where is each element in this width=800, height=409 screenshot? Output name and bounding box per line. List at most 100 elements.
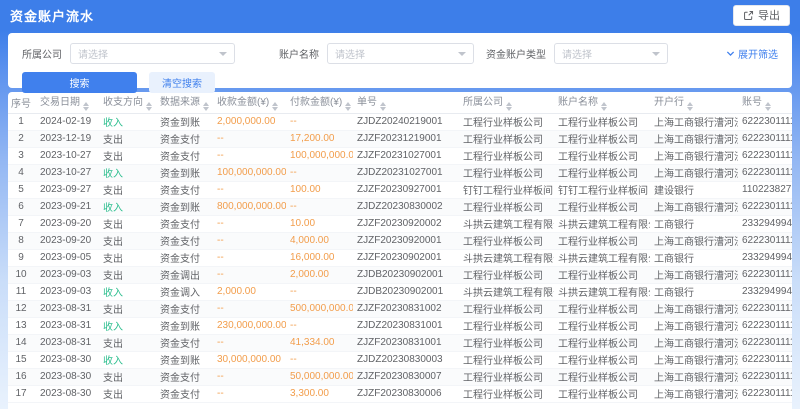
cell-direction: 收入 [99,283,156,300]
col-header-bank[interactable]: 开户行 [650,92,738,113]
cell-index: 8 [8,232,36,249]
account-name-filter-select[interactable]: 请选择 [327,43,474,64]
chevron-down-icon [219,52,227,56]
sort-icon[interactable] [83,102,89,111]
cell-order_no: ZJZF20230920001 [353,232,459,249]
cell-account_no: 6222301111 [738,385,792,402]
table-body: 12024-02-19收入资金到账2,000,000.00--ZJDZ20240… [8,113,792,402]
clear-search-button[interactable]: 清空搜索 [149,72,215,93]
col-header-date[interactable]: 交易日期 [36,92,99,113]
sort-icon[interactable] [506,102,512,111]
cell-receive: -- [213,334,286,351]
cell-index: 5 [8,181,36,198]
cell-order_no: ZJDB20230902001 [353,266,459,283]
cell-order_no: ZJDZ20230830002 [353,198,459,215]
export-button[interactable]: 导出 [733,5,790,26]
expand-filters-link[interactable]: 展开筛选 [726,46,778,61]
cell-index: 16 [8,368,36,385]
table-row: 52023-09-27支出资金支付--100.00ZJZF20230927001… [8,181,792,198]
col-header-order_no[interactable]: 单号 [353,92,459,113]
cell-account_name: 钉钉工程行业样板间 [554,181,650,198]
table-row: 102023-09-03支出资金调出--2,000.00ZJDB20230902… [8,266,792,283]
cell-pay: -- [286,164,353,181]
cell-bank: 上海工商银行漕河泾支行 [650,232,738,249]
search-button[interactable]: 搜索 [22,72,137,93]
cell-account_no: 6222301111 [738,334,792,351]
cell-account_name: 工程行业样板公司 [554,385,650,402]
cell-receive: 30,000,000.00 [213,351,286,368]
account-type-filter-select[interactable]: 请选择 [554,43,668,64]
cell-date: 2023-09-05 [36,249,99,266]
col-header-label: 开户行 [654,97,684,108]
cell-account_no: 6222301111 [738,368,792,385]
sort-icon[interactable] [345,102,351,111]
sort-icon[interactable] [687,102,693,111]
cell-account_name: 斗拱云建筑工程有限公司 [554,283,650,300]
cell-direction: 收入 [99,317,156,334]
top-bar: 资金账户流水 导出 [0,0,800,30]
company-filter-select[interactable]: 请选择 [70,43,235,64]
sort-icon[interactable] [272,102,278,111]
cell-pay: 100,000,000.00 [286,147,353,164]
col-header-account_no[interactable]: 账号 [738,92,792,113]
sort-icon[interactable] [765,102,771,111]
cell-date: 2023-09-27 [36,181,99,198]
cell-index: 11 [8,283,36,300]
cell-company: 工程行业样板公司 [459,266,554,283]
filter-row: 所属公司 请选择 账户名称 请选择 资金账户类型 请选择 [22,43,778,64]
export-button-label: 导出 [758,7,780,23]
cell-company: 工程行业样板公司 [459,300,554,317]
col-header-pay[interactable]: 付款金额(¥) [286,92,353,113]
cell-pay: 500,000,000.00 [286,300,353,317]
table-row: 142023-08-31支出资金支付--41,334.00ZJZF2023083… [8,334,792,351]
cell-date: 2024-02-19 [36,113,99,130]
sort-icon[interactable] [601,102,607,111]
cell-account_no: 2332949941 [738,215,792,232]
col-header-receive[interactable]: 收款金额(¥) [213,92,286,113]
cell-account_name: 工程行业样板公司 [554,232,650,249]
sort-icon[interactable] [203,102,209,111]
table-row: 12024-02-19收入资金到账2,000,000.00--ZJDZ20240… [8,113,792,130]
cell-receive: 800,000,000.00 [213,198,286,215]
cell-index: 4 [8,164,36,181]
col-header-direction[interactable]: 收支方向 [99,92,156,113]
cell-account_name: 工程行业样板公司 [554,113,650,130]
col-header-company[interactable]: 所属公司 [459,92,554,113]
account-type-filter-placeholder: 请选择 [562,46,592,61]
cell-bank: 建设银行 [650,181,738,198]
sort-icon[interactable] [380,102,386,111]
cell-receive: 2,000.00 [213,283,286,300]
cell-account_name: 工程行业样板公司 [554,164,650,181]
cell-pay: 4,000.00 [286,232,353,249]
sort-icon[interactable] [146,102,152,111]
cell-direction: 支出 [99,266,156,283]
cell-pay: -- [286,283,353,300]
cell-bank: 上海工商银行漕河泾支行 [650,334,738,351]
cell-direction: 收入 [99,351,156,368]
cell-direction: 支出 [99,181,156,198]
cell-pay: -- [286,351,353,368]
cell-order_no: ZJZF20230902001 [353,249,459,266]
col-header-source[interactable]: 数据来源 [156,92,213,113]
col-header-label: 付款金额(¥) [290,97,342,108]
cell-source: 资金支付 [156,232,213,249]
cell-order_no: ZJDB20230902001 [353,283,459,300]
account-type-filter-label: 资金账户类型 [486,46,546,61]
cell-account_name: 工程行业样板公司 [554,266,650,283]
cell-account_no: 6222301111 [738,130,792,147]
cell-account_name: 工程行业样板公司 [554,334,650,351]
cell-receive: -- [213,368,286,385]
col-header-index: 序号 [8,92,36,113]
cell-company: 工程行业样板公司 [459,317,554,334]
cell-receive: -- [213,181,286,198]
col-header-account_name[interactable]: 账户名称 [554,92,650,113]
cell-company: 斗拱云建筑工程有限公司 [459,215,554,232]
cell-index: 2 [8,130,36,147]
cell-date: 2023-08-30 [36,351,99,368]
cell-direction: 支出 [99,334,156,351]
cell-company: 工程行业样板公司 [459,147,554,164]
cell-date: 2023-08-31 [36,300,99,317]
table-row: 172023-08-30支出资金支付--3,300.00ZJZF20230830… [8,385,792,402]
cell-direction: 支出 [99,249,156,266]
cell-order_no: ZJZF20230830006 [353,385,459,402]
